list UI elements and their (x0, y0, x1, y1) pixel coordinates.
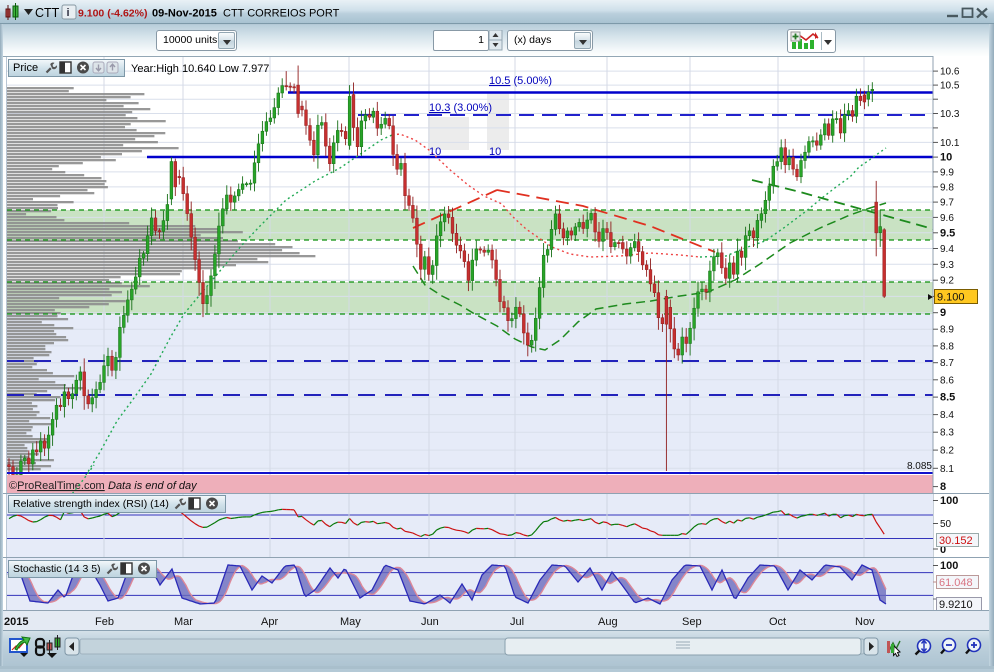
svg-text:09-Nov-2015: 09-Nov-2015 (152, 8, 217, 20)
svg-text:9.7: 9.7 (940, 198, 954, 209)
svg-text:9.6: 9.6 (940, 213, 954, 224)
svg-text:30.152: 30.152 (939, 535, 973, 547)
svg-text:8.1: 8.1 (940, 464, 954, 475)
svg-text:Oct: Oct (769, 616, 786, 628)
svg-text:9.3: 9.3 (940, 260, 954, 271)
svg-text:10: 10 (489, 146, 501, 158)
svg-text:9.5: 9.5 (940, 227, 955, 239)
svg-text:Mar: Mar (174, 616, 193, 628)
svg-text:2015: 2015 (4, 616, 28, 628)
svg-text:10.3: 10.3 (940, 109, 960, 120)
svg-text:50: 50 (940, 519, 952, 530)
svg-text:i: i (67, 7, 70, 19)
svg-text:8.9: 8.9 (940, 325, 954, 336)
svg-text:8.3: 8.3 (940, 428, 954, 439)
svg-text:Sep: Sep (682, 616, 702, 628)
svg-text:9.9210: 9.9210 (939, 599, 973, 611)
svg-text:10: 10 (429, 146, 441, 158)
svg-text:9.8: 9.8 (940, 182, 954, 193)
svg-text:9.100 (-4.62%): 9.100 (-4.62%) (78, 8, 147, 20)
svg-text:10.3 (3.00%): 10.3 (3.00%) (429, 102, 492, 114)
svg-text:8.8: 8.8 (940, 341, 954, 352)
svg-text:10.5 (5.00%): 10.5 (5.00%) (489, 75, 552, 87)
svg-text:8.7: 8.7 (940, 358, 954, 369)
svg-text:10.1: 10.1 (940, 138, 960, 149)
svg-text:8.4: 8.4 (940, 410, 954, 421)
svg-text:CTT CORREIOS PORT: CTT CORREIOS PORT (223, 8, 340, 20)
svg-text:9: 9 (940, 307, 946, 319)
svg-text:9.4: 9.4 (940, 244, 954, 255)
svg-text:8.2: 8.2 (940, 446, 954, 457)
svg-text:100: 100 (940, 495, 958, 507)
svg-text:Feb: Feb (95, 616, 114, 628)
svg-text:100: 100 (940, 560, 958, 572)
svg-text:May: May (340, 616, 361, 628)
svg-text:9.2: 9.2 (940, 276, 954, 287)
svg-text:10: 10 (940, 152, 952, 164)
svg-text:10.5: 10.5 (940, 81, 960, 92)
svg-text:8.5: 8.5 (940, 392, 955, 404)
svg-text:Aug: Aug (598, 616, 618, 628)
svg-text:8.085: 8.085 (907, 461, 932, 472)
svg-text:Nov: Nov (855, 616, 875, 628)
svg-text:CTT: CTT (35, 6, 60, 20)
svg-text:Jun: Jun (421, 616, 439, 628)
svg-text:9.9: 9.9 (940, 167, 954, 178)
svg-text:©ProRealTime.com: ©ProRealTime.com (9, 480, 105, 492)
svg-text:Jul: Jul (510, 616, 524, 628)
svg-text:9.100: 9.100 (937, 292, 965, 304)
svg-text:10.6: 10.6 (940, 67, 960, 78)
svg-text:Data is end of day: Data is end of day (108, 480, 198, 492)
svg-text:8: 8 (940, 481, 946, 493)
svg-text:Apr: Apr (261, 616, 278, 628)
svg-text:61.048: 61.048 (939, 577, 973, 589)
svg-text:8.6: 8.6 (940, 375, 954, 386)
